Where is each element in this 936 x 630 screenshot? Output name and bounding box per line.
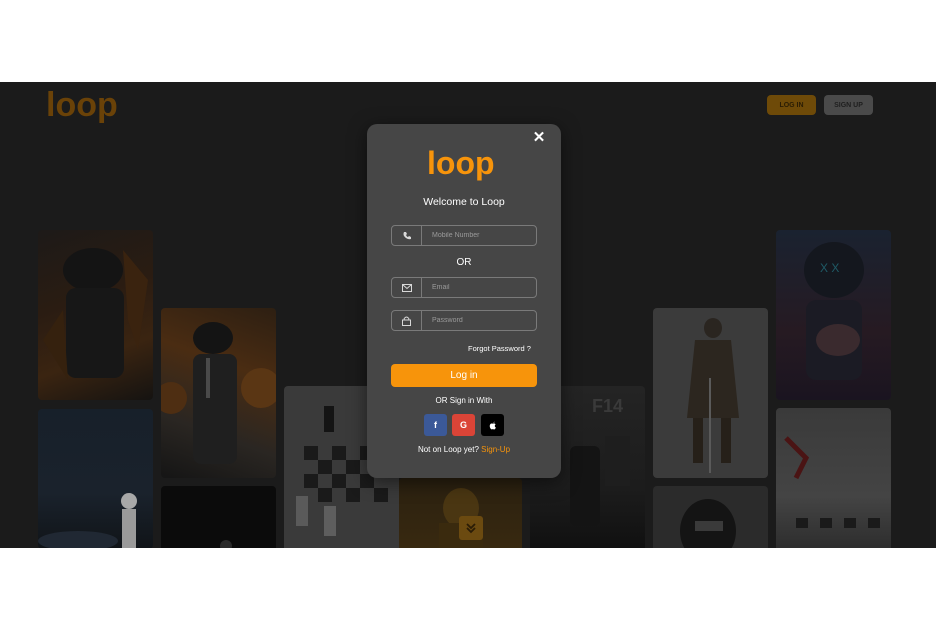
mobile-field[interactable]	[391, 225, 537, 246]
envelope-icon	[392, 278, 422, 297]
welcome-heading: Welcome to Loop	[423, 196, 505, 208]
signup-prompt: Not on Loop yet? Sign-Up	[367, 445, 561, 454]
svg-text:loop: loop	[427, 145, 495, 181]
facebook-icon[interactable]: f	[424, 414, 447, 436]
phone-icon	[392, 226, 422, 245]
lock-icon	[392, 311, 422, 330]
apple-icon[interactable]	[481, 414, 504, 436]
signup-prompt-text: Not on Loop yet?	[417, 445, 479, 454]
chevron-double-down-icon[interactable]	[459, 516, 483, 540]
email-input[interactable]	[422, 278, 536, 297]
loop-logo: loop	[427, 145, 495, 181]
or-sign-in-with-label: OR Sign in With	[435, 396, 493, 405]
signup-link[interactable]: Sign-Up	[481, 445, 510, 454]
or-divider: OR	[456, 257, 472, 268]
mobile-input[interactable]	[422, 226, 536, 245]
google-icon[interactable]: G	[452, 414, 475, 436]
login-button[interactable]: Log in	[391, 364, 537, 387]
email-field[interactable]	[391, 277, 537, 298]
forgot-password-link[interactable]: Forgot Password ?	[468, 344, 531, 353]
password-field[interactable]	[391, 310, 537, 331]
password-input[interactable]	[422, 311, 536, 330]
close-icon[interactable]: ✕	[531, 130, 547, 146]
